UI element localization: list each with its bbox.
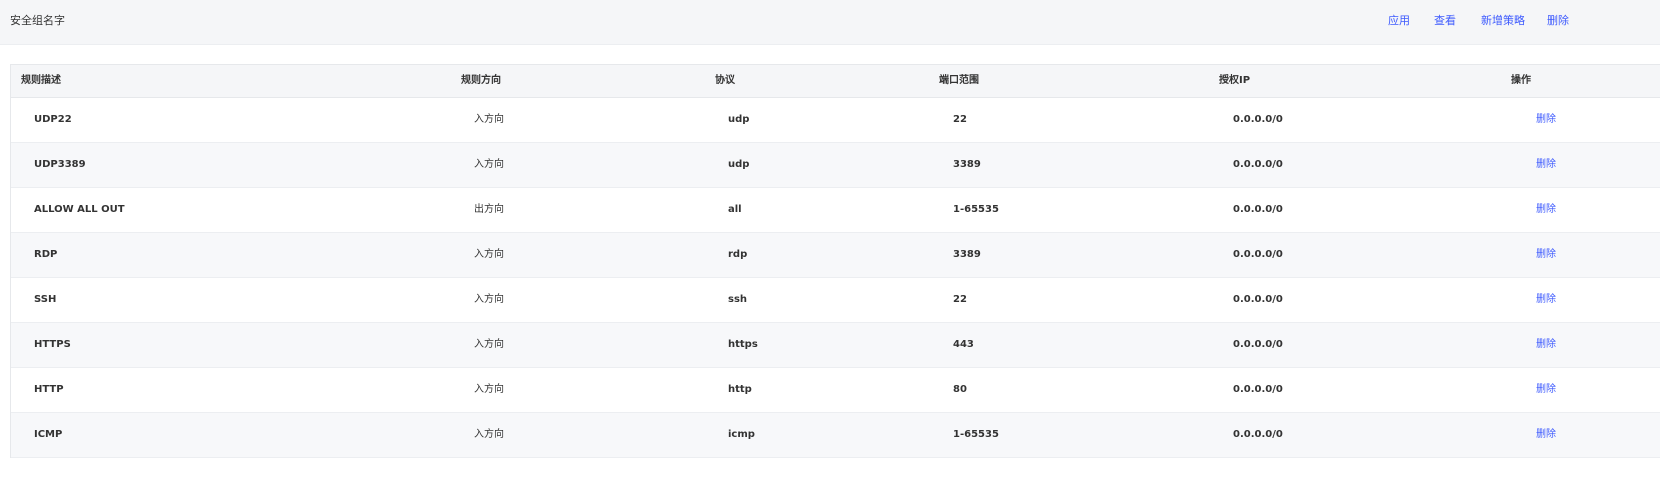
rule-auth-ip: 0.0.0.0/0	[1233, 249, 1283, 260]
rules-table: 规则描述 规则方向 协议 端口范围 授权IP 操作 UDP22 入方向 udp …	[10, 64, 1660, 458]
rule-protocol: rdp	[728, 249, 748, 260]
rule-auth-ip: 0.0.0.0/0	[1233, 294, 1283, 305]
table-row: UDP22 入方向 udp 22 0.0.0.0/0 删除	[11, 98, 1660, 143]
rule-port-range: 80	[953, 384, 967, 395]
rule-protocol: http	[728, 384, 752, 395]
delete-rule-link[interactable]: 删除	[1536, 113, 1556, 127]
view-button[interactable]: 查看	[1434, 13, 1456, 29]
rule-protocol: https	[728, 339, 758, 350]
rule-auth-ip: 0.0.0.0/0	[1233, 159, 1283, 170]
column-header-description: 规则描述	[21, 75, 61, 86]
table-row: ICMP 入方向 icmp 1-65535 0.0.0.0/0 删除	[11, 413, 1660, 458]
rule-direction: 出方向	[474, 204, 504, 215]
rule-description: SSH	[34, 294, 57, 305]
rule-protocol: icmp	[728, 429, 755, 440]
table-row: HTTP 入方向 http 80 0.0.0.0/0 删除	[11, 368, 1660, 413]
rule-description: HTTP	[34, 384, 64, 395]
delete-rule-link[interactable]: 删除	[1536, 338, 1556, 352]
column-header-protocol: 协议	[715, 75, 735, 86]
rule-description: ICMP	[34, 429, 63, 440]
delete-group-button[interactable]: 删除	[1547, 13, 1569, 29]
delete-rule-link[interactable]: 删除	[1536, 248, 1556, 262]
delete-rule-link[interactable]: 删除	[1536, 293, 1556, 307]
rule-protocol: all	[728, 204, 742, 215]
rule-description: RDP	[34, 249, 58, 260]
rule-direction: 入方向	[474, 294, 504, 305]
rule-auth-ip: 0.0.0.0/0	[1233, 204, 1283, 215]
rule-auth-ip: 0.0.0.0/0	[1233, 339, 1283, 350]
table-row: SSH 入方向 ssh 22 0.0.0.0/0 删除	[11, 278, 1660, 323]
delete-rule-link[interactable]: 删除	[1536, 158, 1556, 172]
table-row: HTTPS 入方向 https 443 0.0.0.0/0 删除	[11, 323, 1660, 368]
delete-rule-link[interactable]: 删除	[1536, 383, 1556, 397]
rule-port-range: 3389	[953, 249, 981, 260]
rule-protocol: udp	[728, 114, 750, 125]
rule-direction: 入方向	[474, 384, 504, 395]
rule-port-range: 443	[953, 339, 974, 350]
rule-port-range: 22	[953, 294, 967, 305]
rule-description: ALLOW ALL OUT	[34, 204, 125, 215]
table-body: UDP22 入方向 udp 22 0.0.0.0/0 删除 UDP3389 入方…	[11, 98, 1660, 458]
apply-button[interactable]: 应用	[1388, 13, 1410, 29]
rule-description: UDP22	[34, 114, 72, 125]
rule-direction: 入方向	[474, 249, 504, 260]
rule-auth-ip: 0.0.0.0/0	[1233, 384, 1283, 395]
rule-port-range: 22	[953, 114, 967, 125]
security-group-name: 安全组名字	[10, 14, 65, 27]
rule-port-range: 1-65535	[953, 429, 999, 440]
column-header-auth-ip: 授权IP	[1219, 75, 1251, 86]
rule-protocol: udp	[728, 159, 750, 170]
column-header-operation: 操作	[1511, 75, 1531, 86]
rule-direction: 入方向	[474, 159, 504, 170]
delete-rule-link[interactable]: 删除	[1536, 203, 1556, 217]
rule-direction: 入方向	[474, 114, 504, 125]
rule-auth-ip: 0.0.0.0/0	[1233, 429, 1283, 440]
rule-description: HTTPS	[34, 339, 71, 350]
table-row: ALLOW ALL OUT 出方向 all 1-65535 0.0.0.0/0 …	[11, 188, 1660, 233]
table-row: RDP 入方向 rdp 3389 0.0.0.0/0 删除	[11, 233, 1660, 278]
rule-description: UDP3389	[34, 159, 86, 170]
column-header-direction: 规则方向	[461, 75, 501, 86]
rule-auth-ip: 0.0.0.0/0	[1233, 114, 1283, 125]
table-row: UDP3389 入方向 udp 3389 0.0.0.0/0 删除	[11, 143, 1660, 188]
add-policy-button[interactable]: 新增策略	[1481, 13, 1525, 29]
security-group-header: 安全组名字 应用 查看 新增策略 删除	[0, 0, 1660, 45]
rule-direction: 入方向	[474, 339, 504, 350]
table-header: 规则描述 规则方向 协议 端口范围 授权IP 操作	[11, 65, 1660, 98]
rule-protocol: ssh	[728, 294, 748, 305]
security-group-page: 安全组名字 应用 查看 新增策略 删除 规则描述 规则方向 协议 端口范围 授权…	[0, 0, 1660, 503]
rule-direction: 入方向	[474, 429, 504, 440]
column-header-port-range: 端口范围	[939, 75, 979, 86]
rule-port-range: 1-65535	[953, 204, 999, 215]
delete-rule-link[interactable]: 删除	[1536, 428, 1556, 442]
rule-port-range: 3389	[953, 159, 981, 170]
